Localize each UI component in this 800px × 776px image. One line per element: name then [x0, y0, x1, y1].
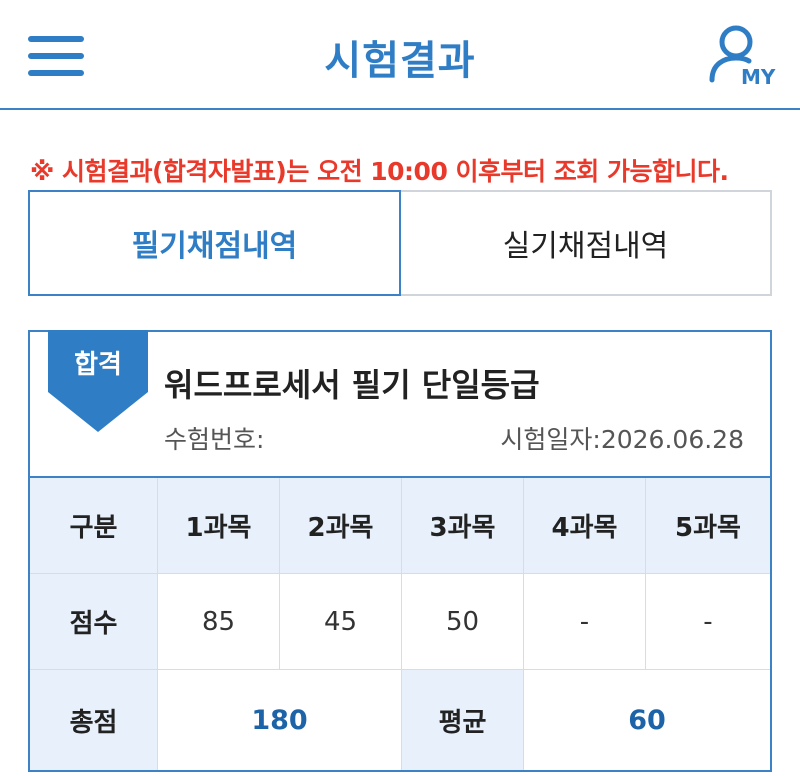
exam-date: 시험일자:2026.06.28	[500, 425, 744, 454]
page-title: 시험결과	[324, 38, 476, 84]
pass-badge-label: 합격	[74, 350, 122, 380]
score-subject-2: 45	[280, 574, 402, 670]
my-page-user-icon[interactable]: MY	[706, 22, 778, 94]
score-subject-5: -	[646, 574, 770, 670]
table-header-subject-2: 2과목	[280, 478, 402, 574]
pass-badge: 합격	[48, 330, 148, 434]
table-header-subject-1: 1과목	[158, 478, 280, 574]
score-table: 구분 1과목 2과목 3과목 4과목 5과목 점수 85 45 50 - - 총…	[30, 478, 770, 770]
table-header-category: 구분	[30, 478, 158, 574]
total-label: 총점	[30, 670, 158, 770]
exam-result-card: 합격 워드프로세서 필기 단일등급 수험번호: 시험일자:2026.06.28 …	[28, 330, 772, 772]
score-subject-4: -	[524, 574, 646, 670]
tab-written-scores[interactable]: 필기채점내역	[28, 190, 401, 296]
exam-result-header: 합격 워드프로세서 필기 단일등급 수험번호: 시험일자:2026.06.28	[30, 330, 770, 478]
exam-name: 워드프로세서 필기 단일등급	[164, 366, 540, 404]
average-value: 60	[524, 670, 770, 770]
my-label: MY	[741, 65, 776, 89]
table-header-subject-3: 3과목	[402, 478, 524, 574]
table-header-subject-5: 5과목	[646, 478, 770, 574]
exam-number: 수험번호:	[164, 425, 265, 454]
score-subject-3: 50	[402, 574, 524, 670]
average-label: 평균	[402, 670, 524, 770]
tab-practical-scores[interactable]: 실기채점내역	[401, 190, 772, 296]
score-subject-1: 85	[158, 574, 280, 670]
total-value: 180	[158, 670, 402, 770]
score-row-label: 점수	[30, 574, 158, 670]
app-header: 시험결과 MY	[0, 0, 800, 110]
score-tabs: 필기채점내역 실기채점내역	[28, 190, 772, 296]
result-time-notice: ※ 시험결과(합격자발표)는 오전 10:00 이후부터 조회 가능합니다.	[30, 157, 729, 186]
table-header-subject-4: 4과목	[524, 478, 646, 574]
